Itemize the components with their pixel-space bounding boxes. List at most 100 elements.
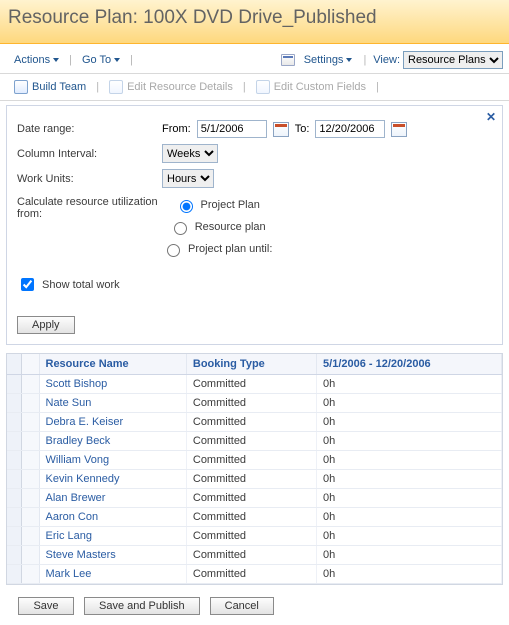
resource-name-link[interactable]: Mark Lee <box>46 568 92 580</box>
row-selector[interactable] <box>7 470 21 489</box>
hours-cell: 0h <box>317 413 502 432</box>
resource-name-link[interactable]: Kevin Kennedy <box>46 473 120 485</box>
booking-type-cell: Committed <box>186 489 316 508</box>
show-total-work-checkbox[interactable] <box>21 278 34 291</box>
actions-label: Actions <box>14 54 50 66</box>
table-row[interactable]: William Vong Committed 0h <box>7 451 502 470</box>
toolbar-separator: | <box>372 81 383 93</box>
radio-project-plan-until[interactable]: Project plan until: <box>162 241 272 257</box>
settings-menu[interactable]: Settings <box>300 53 357 67</box>
resource-name-link[interactable]: Steve Masters <box>46 549 116 561</box>
row-selector[interactable] <box>7 375 21 394</box>
resource-name-link[interactable]: Alan Brewer <box>46 492 106 504</box>
hours-cell: 0h <box>317 432 502 451</box>
row-selector[interactable] <box>7 432 21 451</box>
calendar-icon[interactable] <box>391 122 407 137</box>
show-total-work-row: Show total work <box>17 275 492 294</box>
table-row[interactable]: Kevin Kennedy Committed 0h <box>7 470 502 489</box>
table-row[interactable]: Nate Sun Committed 0h <box>7 394 502 413</box>
table-row[interactable]: Mark Lee Committed 0h <box>7 565 502 584</box>
row-indicator <box>21 451 39 470</box>
goto-menu[interactable]: Go To <box>78 53 124 67</box>
resource-name-link[interactable]: Debra E. Keiser <box>46 416 124 428</box>
radio-project-plan[interactable]: Project Plan <box>175 197 260 213</box>
row-selector[interactable] <box>7 527 21 546</box>
toolbar-separator: | <box>92 81 103 93</box>
table-row[interactable]: Bradley Beck Committed 0h <box>7 432 502 451</box>
edit-resource-icon <box>109 80 123 94</box>
grid-header-row: Resource Name Booking Type 5/1/2006 - 12… <box>7 354 502 375</box>
save-button[interactable]: Save <box>18 597 74 615</box>
column-interval-label: Column Interval: <box>17 148 162 160</box>
radio-project-plan-until-input[interactable] <box>167 244 180 257</box>
cancel-button[interactable]: Cancel <box>210 597 274 615</box>
row-selector[interactable] <box>7 508 21 527</box>
from-date-input[interactable] <box>197 120 267 138</box>
table-row[interactable]: Steve Masters Committed 0h <box>7 546 502 565</box>
column-interval-select[interactable]: Weeks <box>162 144 218 163</box>
row-selector[interactable] <box>7 489 21 508</box>
hours-cell: 0h <box>317 546 502 565</box>
column-interval-row: Column Interval: Weeks <box>17 144 492 163</box>
table-row[interactable]: Aaron Con Committed 0h <box>7 508 502 527</box>
row-selector[interactable] <box>7 565 21 584</box>
build-team-label: Build Team <box>32 81 86 93</box>
table-row[interactable]: Eric Lang Committed 0h <box>7 527 502 546</box>
close-icon[interactable]: ✕ <box>486 110 496 124</box>
settings-icon <box>281 54 295 66</box>
resource-name-link[interactable]: Bradley Beck <box>46 435 111 447</box>
view-label: View: <box>373 54 400 66</box>
row-selector[interactable] <box>7 413 21 432</box>
caret-down-icon <box>346 58 352 62</box>
resource-name-link[interactable]: William Vong <box>46 454 110 466</box>
row-indicator <box>21 527 39 546</box>
work-units-select[interactable]: Hours <box>162 169 214 188</box>
menu-bar: Actions | Go To | Settings | View: Resou… <box>0 44 509 74</box>
date-range-label: Date range: <box>17 123 162 135</box>
menu-separator: | <box>359 54 370 66</box>
hours-cell: 0h <box>317 508 502 527</box>
calendar-icon[interactable] <box>273 122 289 137</box>
view-select[interactable]: Resource Plans <box>403 51 503 69</box>
resource-grid: Resource Name Booking Type 5/1/2006 - 12… <box>6 353 503 585</box>
build-team-button[interactable]: Build Team <box>8 78 92 96</box>
booking-type-cell: Committed <box>186 565 316 584</box>
table-row[interactable]: Debra E. Keiser Committed 0h <box>7 413 502 432</box>
apply-button[interactable]: Apply <box>17 316 75 334</box>
date-range-row: Date range: From: To: <box>17 120 492 138</box>
row-indicator <box>21 565 39 584</box>
edit-fields-icon <box>256 80 270 94</box>
edit-custom-fields-button: Edit Custom Fields <box>250 78 372 96</box>
title-bar: Resource Plan: 100X DVD Drive_Published <box>0 0 509 44</box>
row-selector[interactable] <box>7 394 21 413</box>
booking-type-cell: Committed <box>186 375 316 394</box>
grid-header-resource-name[interactable]: Resource Name <box>39 354 186 375</box>
row-indicator <box>21 470 39 489</box>
resource-name-link[interactable]: Nate Sun <box>46 397 92 409</box>
grid-header-date-range[interactable]: 5/1/2006 - 12/20/2006 <box>317 354 502 375</box>
hours-cell: 0h <box>317 489 502 508</box>
resource-name-link[interactable]: Scott Bishop <box>46 378 108 390</box>
table-row[interactable]: Alan Brewer Committed 0h <box>7 489 502 508</box>
grid-header-booking-type[interactable]: Booking Type <box>186 354 316 375</box>
row-selector[interactable] <box>7 451 21 470</box>
work-units-row: Work Units: Hours <box>17 169 492 188</box>
booking-type-cell: Committed <box>186 394 316 413</box>
radio-resource-plan[interactable]: Resource plan <box>169 219 266 235</box>
radio-resource-plan-input[interactable] <box>174 222 187 235</box>
work-units-label: Work Units: <box>17 173 162 185</box>
save-and-publish-button[interactable]: Save and Publish <box>84 597 200 615</box>
resource-name-link[interactable]: Eric Lang <box>46 530 92 542</box>
row-selector[interactable] <box>7 546 21 565</box>
booking-type-cell: Committed <box>186 413 316 432</box>
actions-menu[interactable]: Actions <box>10 53 63 67</box>
resource-name-link[interactable]: Aaron Con <box>46 511 99 523</box>
to-date-input[interactable] <box>315 120 385 138</box>
to-label: To: <box>295 123 310 135</box>
radio-project-plan-input[interactable] <box>180 200 193 213</box>
from-label: From: <box>162 123 191 135</box>
edit-fields-label: Edit Custom Fields <box>274 81 366 93</box>
calc-label: Calculate resource utilization from: <box>17 194 162 220</box>
table-row[interactable]: Scott Bishop Committed 0h <box>7 375 502 394</box>
goto-label: Go To <box>82 54 111 66</box>
